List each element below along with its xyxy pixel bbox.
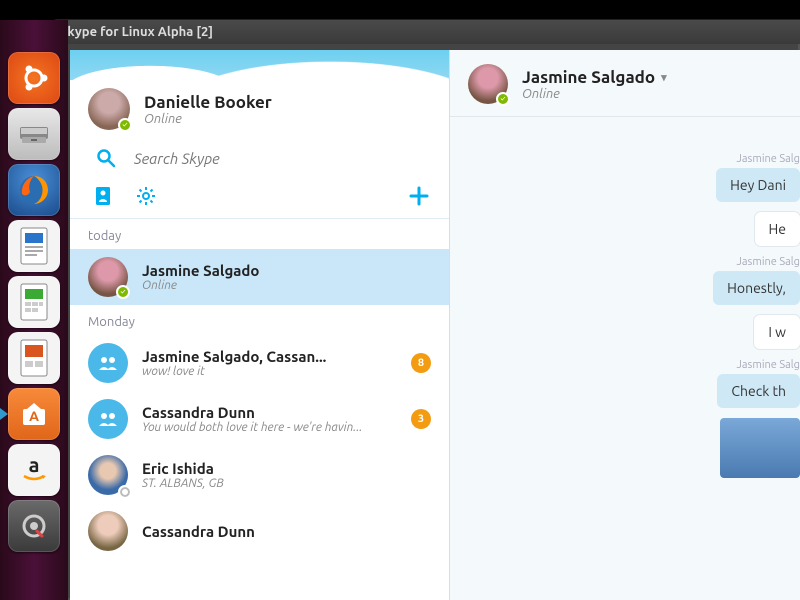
unity-launcher: A a — [0, 20, 68, 600]
message-bubble[interactable]: Check th — [717, 374, 800, 408]
conversation-item[interactable]: Eric Ishida ST. ALBANS, GB — [70, 447, 449, 503]
launcher-ubuntu[interactable] — [8, 52, 60, 104]
group-icon — [88, 399, 128, 439]
launcher-firefox[interactable] — [8, 164, 60, 216]
message-bubble[interactable]: I w — [754, 315, 800, 349]
presence-online-icon — [496, 92, 510, 106]
svg-text:a: a — [29, 453, 40, 476]
chat-contact-name[interactable]: Jasmine Salgado ▾ — [522, 68, 667, 87]
search-icon[interactable] — [96, 148, 116, 168]
contacts-icon[interactable] — [94, 186, 112, 206]
launcher-active-indicator — [0, 408, 8, 420]
chat-avatar[interactable] — [468, 64, 508, 104]
message-list: Jasmine Salg Hey Dani He Jasmine Salg Hone… — [450, 117, 800, 600]
chat-contact-status: Online — [522, 87, 667, 101]
chat-pane: Jasmine Salgado ▾ Online Jasmine Salg Hey… — [450, 50, 800, 600]
conversation-name: Eric Ishida — [142, 460, 224, 477]
launcher-writer[interactable] — [8, 220, 60, 272]
launcher-files[interactable] — [8, 108, 60, 160]
my-status[interactable]: Online — [144, 112, 272, 126]
conversation-sub: You would both love it here - we're havi… — [142, 421, 362, 434]
conversation-item[interactable]: Jasmine Salgado Online — [70, 249, 449, 305]
window-chrome: Skype for Linux Alpha [2] Danielle Booke… — [50, 20, 800, 600]
conversation-item[interactable]: Jasmine Salgado, Cassan... wow! love it … — [70, 335, 449, 391]
search-input[interactable] — [134, 150, 431, 167]
unread-badge: 3 — [411, 409, 431, 429]
my-name: Danielle Booker — [144, 93, 272, 112]
skype-window: Danielle Booker Online — [70, 50, 800, 600]
sidebar: Danielle Booker Online — [70, 50, 450, 600]
search-row — [70, 144, 449, 178]
contact-avatar — [88, 455, 128, 495]
conversation-name: Cassandra Dunn — [142, 404, 362, 421]
conversation-name: Jasmine Salgado, Cassan... — [142, 348, 326, 365]
window-title: Skype for Linux Alpha [2] — [60, 25, 213, 39]
section-label: today — [70, 219, 449, 249]
launcher-amazon[interactable]: a — [8, 444, 60, 496]
window-titlebar[interactable]: Skype for Linux Alpha [2] — [50, 20, 800, 44]
conversation-item[interactable]: Cassandra Dunn — [70, 503, 449, 559]
unread-badge: 8 — [411, 353, 431, 373]
launcher-calc[interactable] — [8, 276, 60, 328]
message-bubble[interactable]: He — [755, 212, 800, 246]
conversation-item[interactable]: Cassandra Dunn You would both love it he… — [70, 391, 449, 447]
conversation-sub: wow! love it — [142, 365, 326, 378]
chevron-down-icon[interactable]: ▾ — [661, 71, 667, 84]
presence-offline-icon — [118, 485, 132, 499]
message-bubble[interactable]: Honestly, — [713, 271, 800, 305]
my-avatar[interactable] — [88, 88, 130, 130]
add-icon[interactable] — [409, 186, 429, 206]
sidebar-toolbar — [70, 178, 449, 219]
message-bubble[interactable]: Hey Dani — [716, 168, 800, 202]
conversation-sub: Online — [142, 279, 259, 292]
gear-icon[interactable] — [136, 186, 156, 206]
launcher-settings[interactable] — [8, 500, 60, 552]
presence-online-icon — [118, 118, 132, 132]
contact-avatar — [88, 257, 128, 297]
group-icon — [88, 343, 128, 383]
section-label: Monday — [70, 305, 449, 335]
svg-text:A: A — [29, 408, 39, 424]
contact-avatar — [88, 511, 128, 551]
conversation-name: Jasmine Salgado — [142, 262, 259, 279]
message-sender: Jasmine Salg — [500, 359, 800, 371]
conversation-sub: ST. ALBANS, GB — [142, 477, 224, 490]
skype-cloud-header — [70, 50, 449, 80]
chat-header: Jasmine Salgado ▾ Online — [450, 50, 800, 117]
message-sender: Jasmine Salg — [500, 153, 800, 165]
message-image[interactable] — [720, 418, 800, 478]
presence-online-icon — [116, 285, 130, 299]
launcher-impress[interactable] — [8, 332, 60, 384]
message-sender: Jasmine Salg — [500, 256, 800, 268]
my-profile[interactable]: Danielle Booker Online — [70, 80, 449, 144]
launcher-software[interactable]: A — [8, 388, 60, 440]
conversation-name: Cassandra Dunn — [142, 523, 255, 540]
